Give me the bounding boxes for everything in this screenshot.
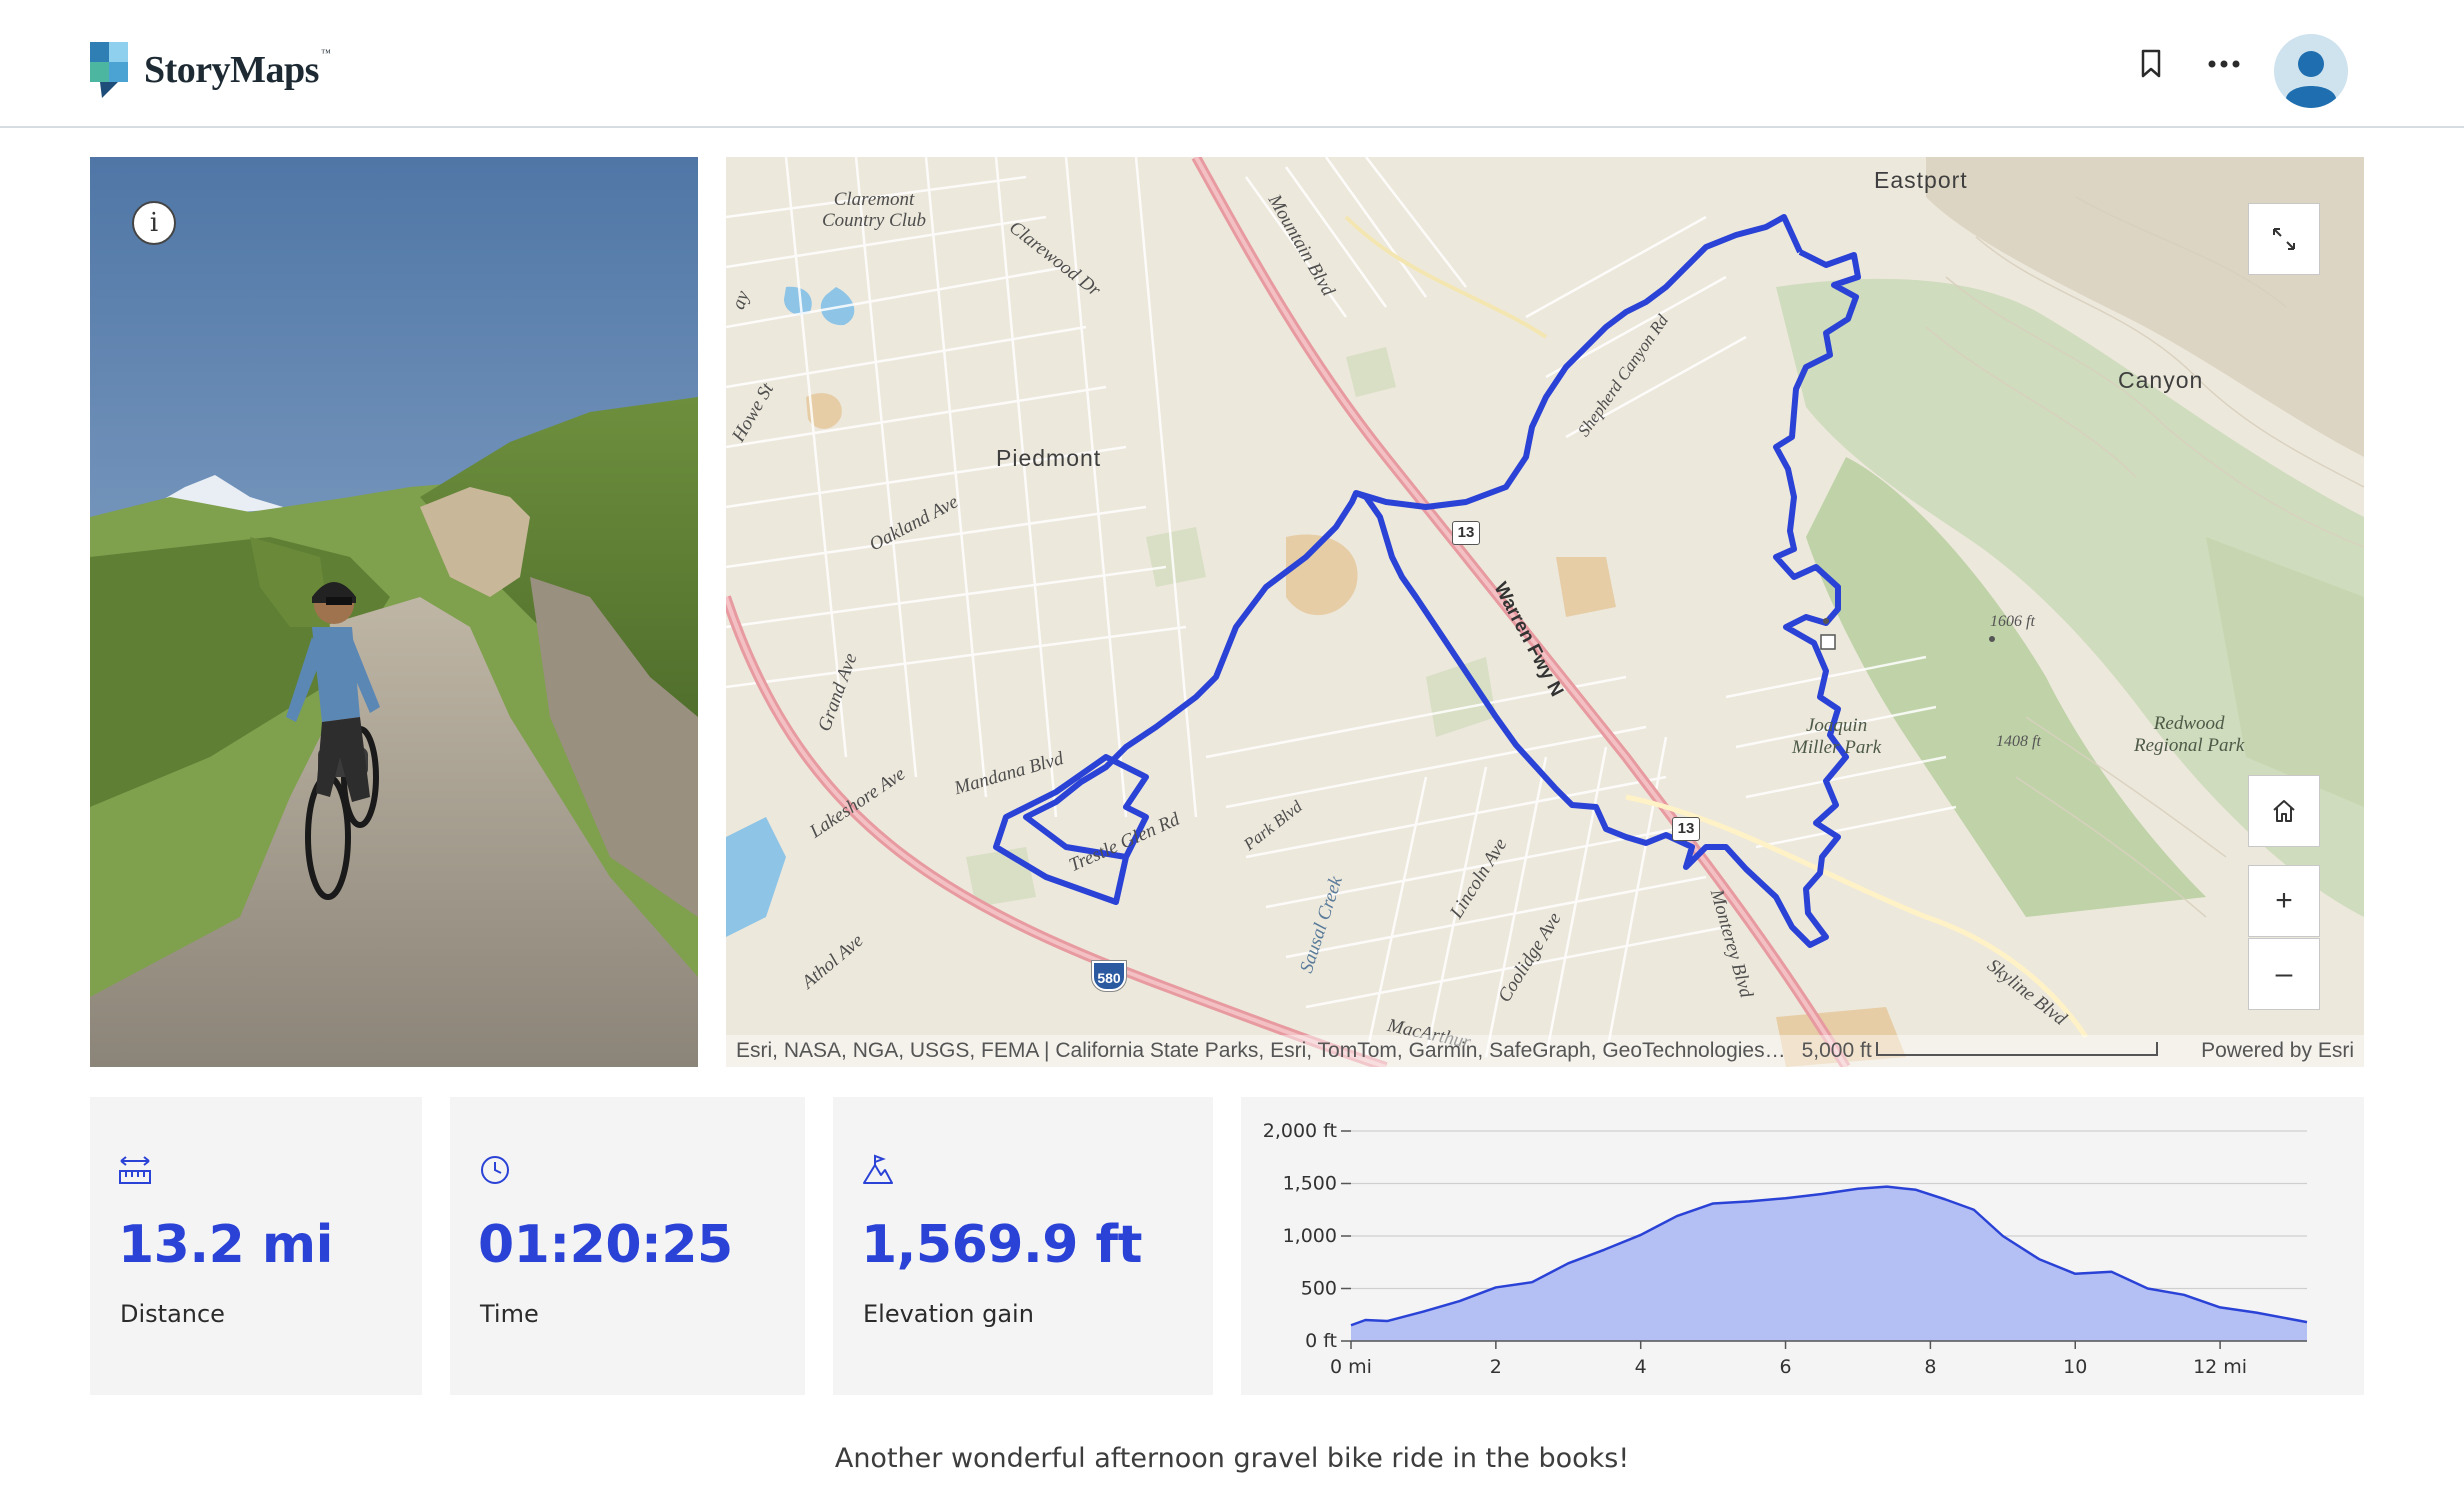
- home-button[interactable]: [2248, 775, 2320, 847]
- map-label-joaquin-miller: Joaquin Miller Park: [1792, 715, 1882, 758]
- more-horizontal-icon: [2208, 60, 2240, 68]
- x-tick-label: 2: [1490, 1356, 1502, 1378]
- elevation-profile-chart[interactable]: 0 ft 500 1,000 1,500 2,000 ft 0 mi 2 4 6 8 10 12 mi: [1241, 1097, 2364, 1395]
- mountain-flag-icon: [863, 1154, 893, 1184]
- map-attribution[interactable]: Esri, NASA, NGA, USGS, FEMA | California…: [736, 1039, 1786, 1063]
- user-avatar-icon: [2274, 34, 2348, 108]
- storymaps-logo[interactable]: StoryMaps ™: [90, 42, 331, 98]
- map-label-peak-1606: 1606 ft: [1990, 613, 2035, 630]
- elevation-area: [1351, 1186, 2307, 1341]
- ruler-distance-icon: [119, 1156, 151, 1184]
- time-value: 01:20:25: [478, 1215, 733, 1275]
- x-tick-label: 0 mi: [1330, 1356, 1372, 1378]
- distance-label: Distance: [120, 1300, 225, 1328]
- x-tick-label: 4: [1635, 1356, 1647, 1378]
- x-tick-label: 6: [1779, 1356, 1791, 1378]
- zoom-in-button[interactable]: +: [2248, 865, 2320, 937]
- clock-icon: [481, 1156, 509, 1184]
- route-13-shield: 13: [1452, 521, 1480, 545]
- storymaps-logo-icon: [90, 42, 130, 98]
- x-tick-label: 8: [1924, 1356, 1936, 1378]
- ride-photo: i: [90, 157, 698, 1067]
- bookmark-icon: [2141, 49, 2161, 78]
- brand-name: StoryMaps ™: [144, 48, 331, 91]
- y-tick-label: 1,500: [1283, 1173, 1337, 1195]
- scale-label: 5,000 ft: [1801, 1039, 1872, 1062]
- bookmark-button[interactable]: [2131, 44, 2171, 84]
- info-button[interactable]: i: [132, 201, 176, 245]
- scale-line: [1875, 1042, 2158, 1056]
- time-label: Time: [480, 1300, 539, 1328]
- map-label-piedmont: Piedmont: [996, 445, 1102, 471]
- elevation-gain-label: Elevation gain: [863, 1300, 1034, 1328]
- x-tick-label: 12 mi: [2193, 1356, 2247, 1378]
- ride-caption: Another wonderful afternoon gravel bike …: [834, 1443, 1630, 1474]
- map-attribution-bar: Esri, NASA, NGA, USGS, FEMA | California…: [726, 1035, 2364, 1067]
- interstate-580-shield: 580: [1091, 960, 1127, 992]
- route-13-shield: 13: [1672, 817, 1700, 841]
- map-scale-bar: 5,000 ft: [1802, 1039, 2158, 1063]
- elevation-profile-card: 0 ft 500 1,000 1,500 2,000 ft 0 mi 2 4 6 8 10 12 mi: [1241, 1097, 2364, 1395]
- distance-value: 13.2 mi: [118, 1215, 333, 1275]
- powered-by-esri-link[interactable]: Powered by Esri: [2201, 1039, 2354, 1063]
- zoom-out-button[interactable]: –: [2248, 938, 2320, 1010]
- map-label-claremont: Claremont Country Club: [822, 189, 926, 231]
- home-icon: [2273, 800, 2295, 822]
- y-tick-label: 2,000 ft: [1263, 1120, 1337, 1142]
- route-map[interactable]: Claremont Country Club Clarewood Dr Moun…: [726, 157, 2364, 1067]
- stat-card-distance: 13.2 mi Distance: [90, 1097, 422, 1395]
- stat-card-time: 01:20:25 Time: [450, 1097, 805, 1395]
- map-label-eastport: Eastport: [1874, 167, 1968, 193]
- elevation-gain-value: 1,569.9 ft: [861, 1215, 1143, 1275]
- expand-icon: [2273, 228, 2295, 250]
- top-header: StoryMaps ™: [0, 0, 2464, 128]
- map-label-redwood-regional: Redwood Regional Park: [2134, 713, 2245, 756]
- map-label-peak-1408: 1408 ft: [1996, 733, 2041, 750]
- x-tick-label: 10: [2063, 1356, 2087, 1378]
- cyclist-gravel-road-image: [90, 157, 698, 1067]
- stat-card-elevation: 1,569.9 ft Elevation gain: [833, 1097, 1213, 1395]
- map-label-canyon: Canyon: [2118, 367, 2204, 393]
- more-options-button[interactable]: [2204, 44, 2244, 84]
- y-tick-label: 500: [1301, 1278, 1337, 1300]
- user-avatar[interactable]: [2274, 34, 2348, 108]
- y-tick-label: 1,000: [1283, 1225, 1337, 1247]
- y-tick-label: 0 ft: [1305, 1330, 1337, 1352]
- fullscreen-button[interactable]: [2248, 203, 2320, 275]
